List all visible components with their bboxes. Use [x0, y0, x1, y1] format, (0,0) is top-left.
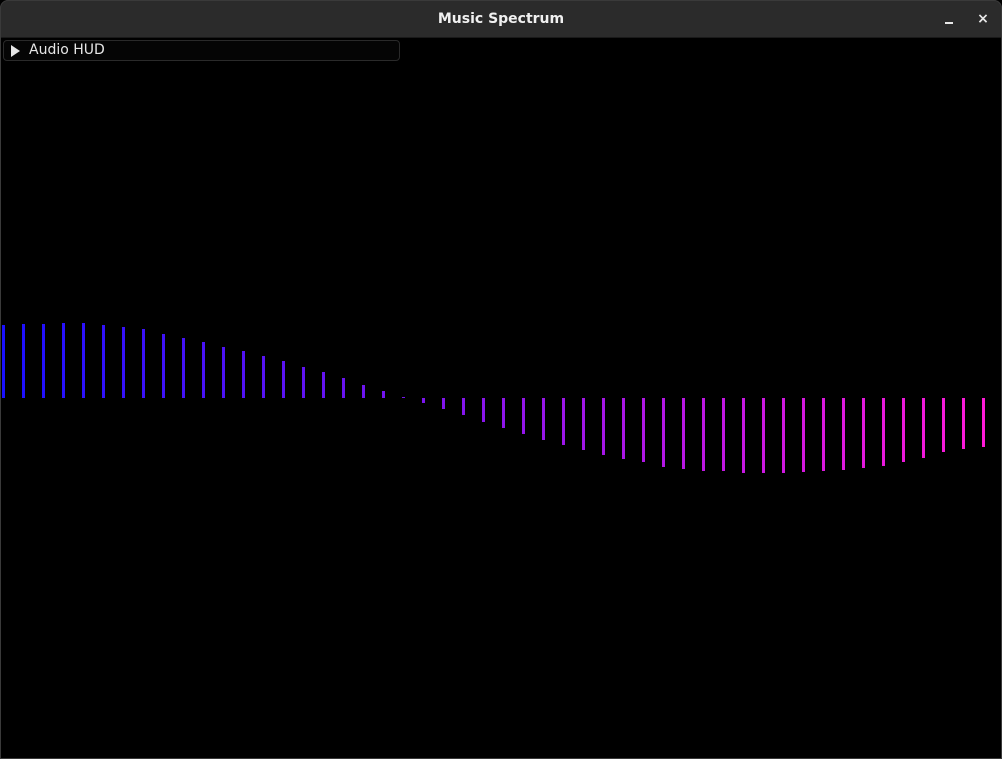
spectrum-bar	[902, 398, 905, 462]
spectrum-bar	[382, 391, 385, 398]
spectrum-bar	[162, 334, 165, 398]
spectrum-bar	[762, 398, 765, 473]
spectrum-bar	[302, 367, 305, 398]
spectrum-bar	[702, 398, 705, 471]
spectrum-bar	[862, 398, 865, 468]
spectrum-bar	[102, 325, 105, 398]
minimize-icon	[945, 22, 953, 24]
spectrum-bar	[182, 338, 185, 398]
spectrum-bar	[502, 398, 505, 428]
spectrum-bar	[362, 385, 365, 398]
minimize-button[interactable]	[937, 7, 961, 31]
spectrum-bar	[982, 398, 985, 447]
spectrum-bar	[722, 398, 725, 471]
window-title: Music Spectrum	[437, 11, 565, 27]
spectrum-bar	[802, 398, 805, 472]
audio-hud-label: Audio HUD	[29, 42, 105, 58]
close-button[interactable]: ×	[971, 7, 995, 31]
spectrum-bar	[602, 398, 605, 455]
spectrum-bar	[542, 398, 545, 440]
spectrum-bar	[242, 351, 245, 398]
spectrum-bar	[322, 372, 325, 398]
spectrum-bar	[842, 398, 845, 470]
app-window: Music Spectrum × Audio HUD	[0, 0, 1002, 759]
play-triangle-icon[interactable]	[11, 45, 20, 57]
spectrum-bar	[562, 398, 565, 445]
spectrum-bar	[462, 398, 465, 415]
spectrum-bar	[642, 398, 645, 462]
spectrum-bar	[2, 325, 5, 398]
spectrum-bar	[662, 398, 665, 467]
spectrum-bar	[582, 398, 585, 450]
spectrum-bar	[742, 398, 745, 473]
spectrum-bar	[42, 324, 45, 398]
spectrum-bar	[622, 398, 625, 459]
spectrum-bar	[342, 378, 345, 398]
spectrum-bar	[482, 398, 485, 422]
close-icon: ×	[977, 11, 989, 27]
spectrum-bar	[82, 323, 85, 398]
spectrum-bar	[22, 324, 25, 398]
spectrum-bar	[522, 398, 525, 434]
spectrum-bar	[422, 398, 425, 403]
spectrum-bar	[402, 397, 405, 398]
spectrum-bar	[282, 361, 285, 398]
spectrum-bar	[202, 342, 205, 398]
spectrum-visualizer	[2, 323, 985, 473]
spectrum-bar	[142, 329, 145, 398]
spectrum-bar	[682, 398, 685, 469]
spectrum-bar	[262, 356, 265, 398]
spectrum-bar	[222, 347, 225, 398]
spectrum-bar	[122, 327, 125, 398]
spectrum-bar	[62, 323, 65, 398]
spectrum-bar	[822, 398, 825, 471]
title-bar[interactable]: Music Spectrum ×	[0, 0, 1002, 38]
spectrum-bar	[962, 398, 965, 449]
spectrum-bar	[442, 398, 445, 409]
spectrum-bar	[942, 398, 945, 452]
spectrum-bar	[882, 398, 885, 466]
spectrum-bar	[922, 398, 925, 458]
audio-hud-panel[interactable]: Audio HUD	[3, 40, 400, 61]
spectrum-bar	[782, 398, 785, 473]
